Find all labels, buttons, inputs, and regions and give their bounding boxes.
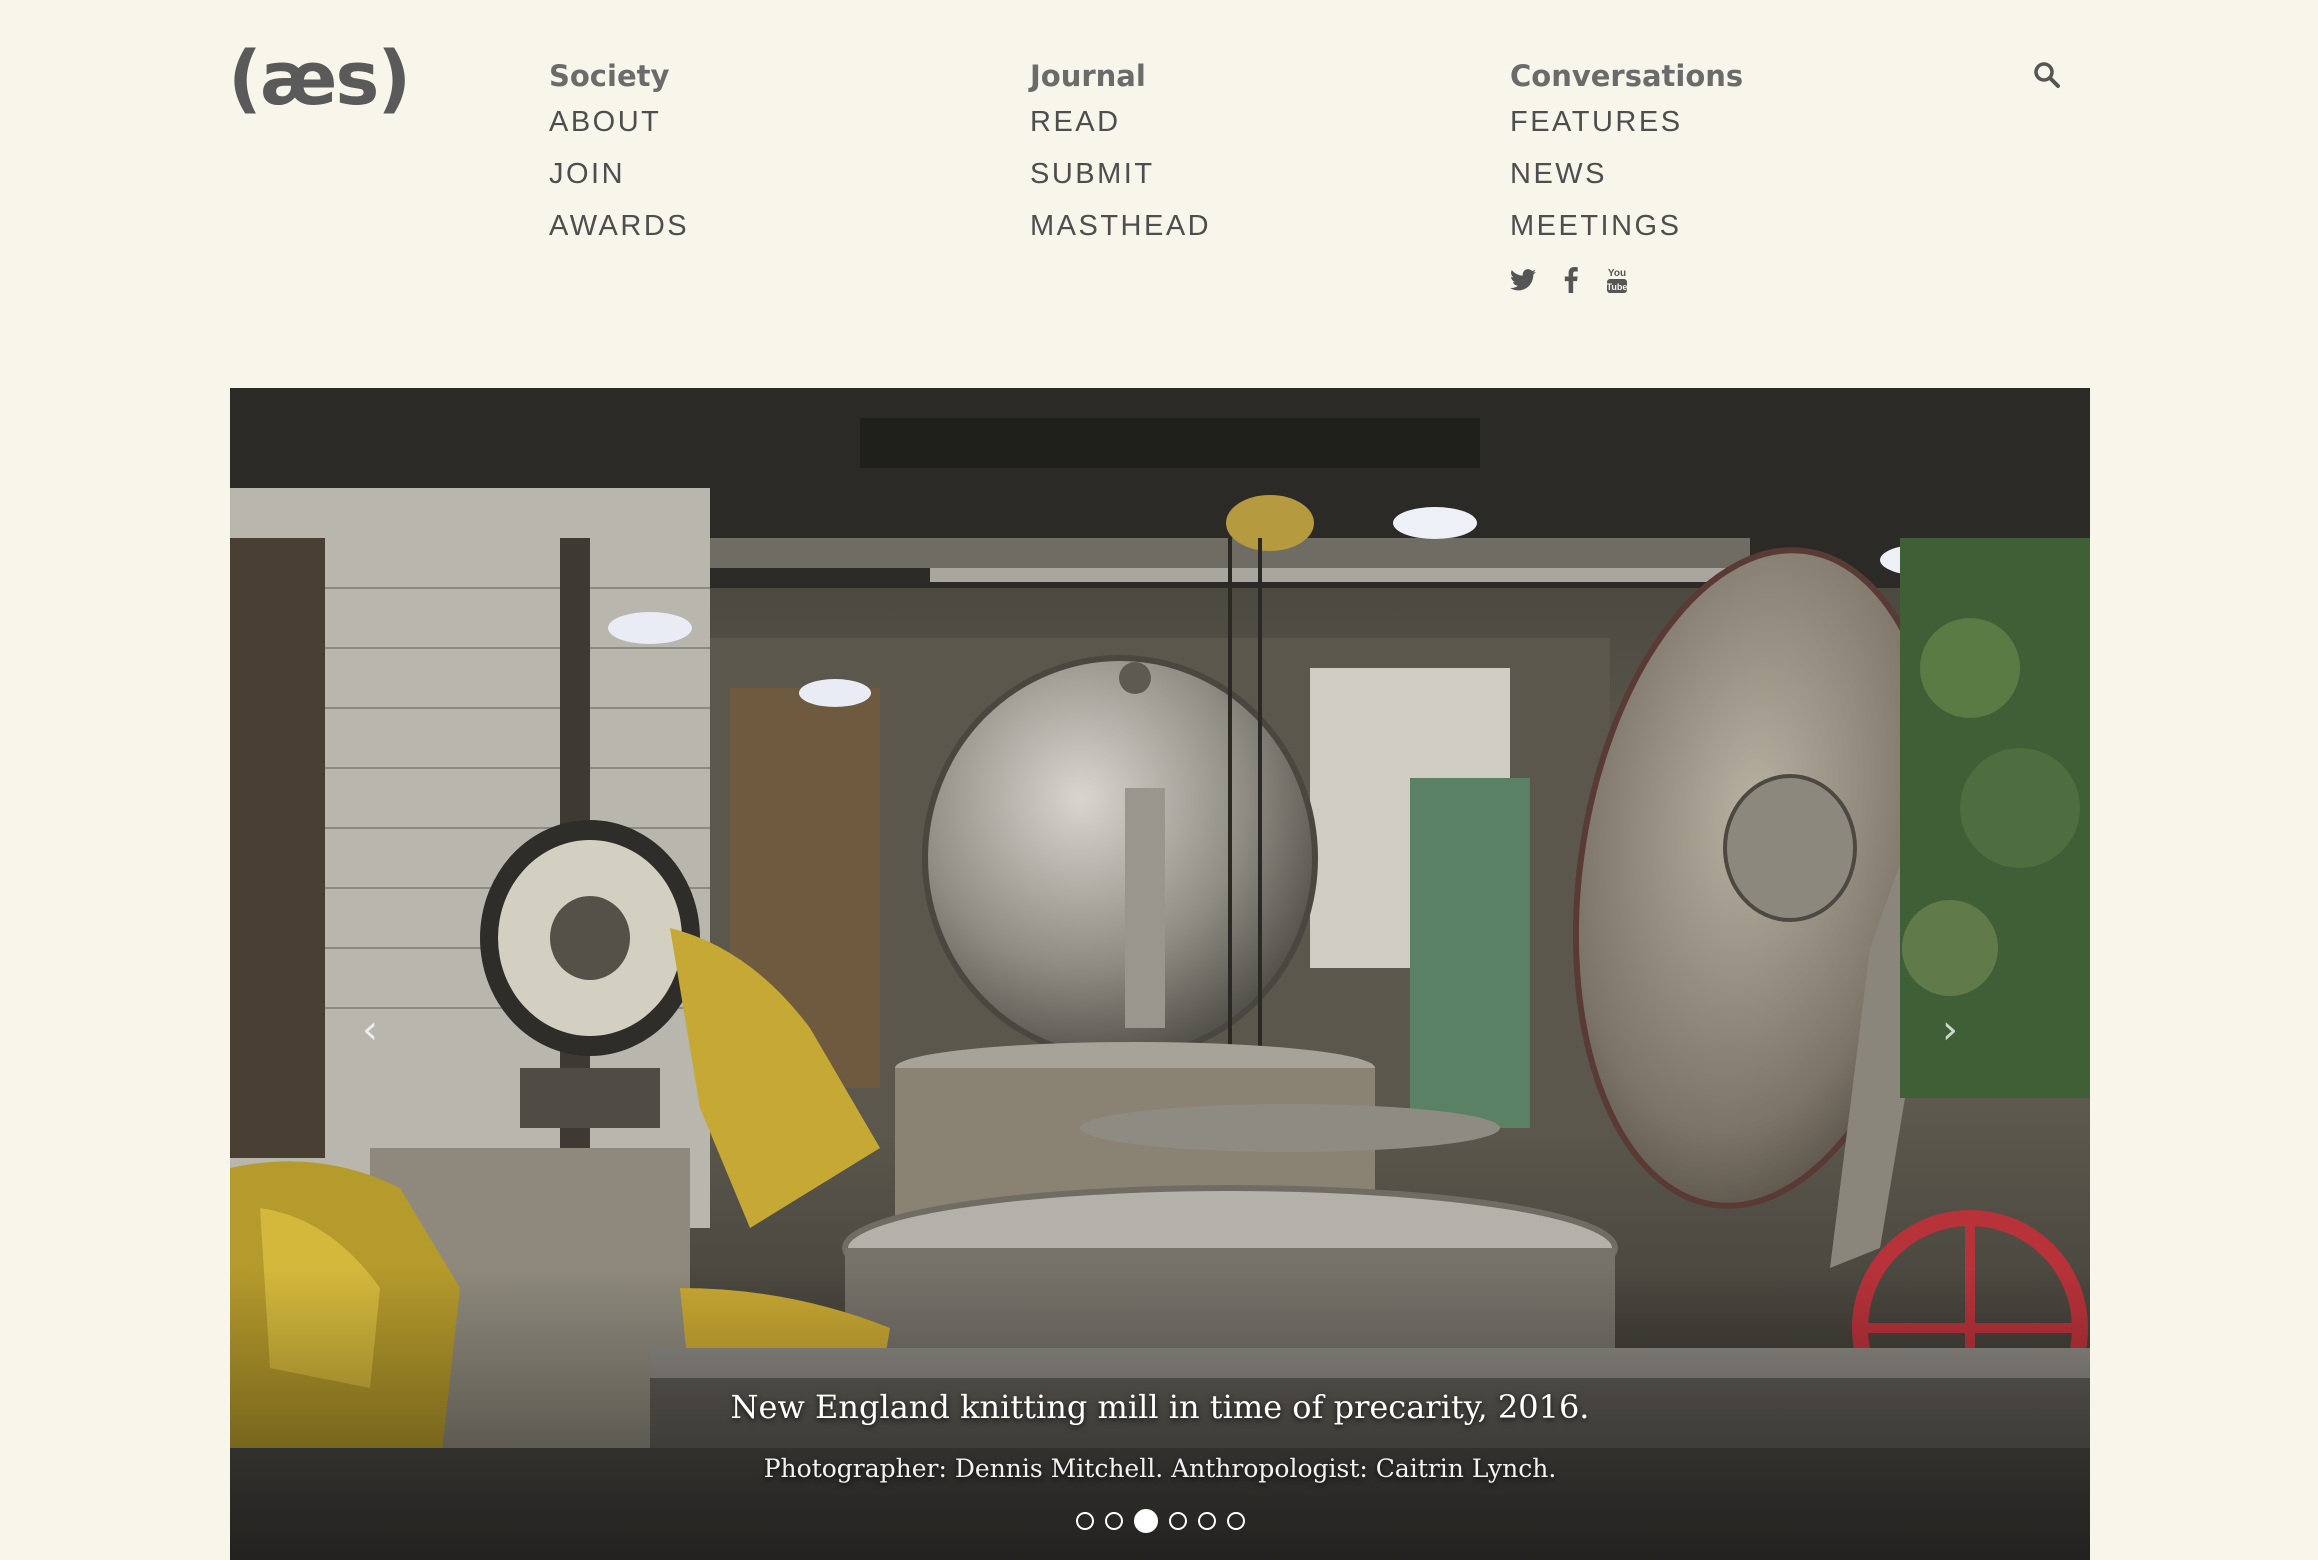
search-icon[interactable] [2032, 60, 2062, 90]
twitter-icon[interactable] [1510, 269, 1536, 296]
carousel-dot[interactable] [1197, 1512, 1216, 1530]
nav-item-read[interactable]: READ [1030, 96, 1211, 148]
svg-text:Tube: Tube [1607, 282, 1628, 292]
nav-item-meetings[interactable]: MEETINGS [1510, 200, 1743, 252]
chevron-left-icon[interactable]: ‹ [350, 1000, 390, 1060]
nav-item-about[interactable]: ABOUT [549, 96, 689, 148]
social-links: You Tube [1510, 266, 1743, 299]
slide-caption-credit: Photographer: Dennis Mitchell. Anthropol… [763, 1454, 1557, 1483]
nav-heading-journal[interactable]: Journal [1030, 56, 1211, 96]
carousel-indicators [230, 1509, 2090, 1533]
carousel-dot[interactable] [1168, 1512, 1187, 1530]
nav-heading-society[interactable]: Society [549, 56, 689, 96]
carousel-dot[interactable] [1075, 1512, 1094, 1530]
youtube-icon[interactable]: You Tube [1606, 266, 1628, 299]
carousel-dot[interactable] [1226, 1512, 1245, 1530]
nav-heading-conversations[interactable]: Conversations [1510, 56, 1743, 96]
hero-carousel[interactable]: ‹ › New England knitting mill in time of… [230, 388, 2090, 1560]
nav-item-features[interactable]: FEATURES [1510, 96, 1743, 148]
svg-text:You: You [1608, 268, 1626, 279]
chevron-right-icon[interactable]: › [1930, 1000, 1970, 1060]
carousel-dot[interactable] [1104, 1512, 1123, 1530]
nav-column-conversations: Conversations FEATURES NEWS MEETINGS You… [1510, 56, 1743, 299]
facebook-icon[interactable] [1564, 267, 1578, 298]
hero-photo [230, 388, 2090, 1560]
nav-item-masthead[interactable]: MASTHEAD [1030, 200, 1211, 252]
nav-item-awards[interactable]: AWARDS [549, 200, 689, 252]
nav-column-society: Society ABOUT JOIN AWARDS [549, 56, 689, 252]
carousel-dot-active[interactable] [1133, 1509, 1158, 1533]
nav-column-journal: Journal READ SUBMIT MASTHEAD [1030, 56, 1211, 252]
slide-caption-title: New England knitting mill in time of pre… [730, 1388, 1590, 1426]
site-logo[interactable]: (æs) [228, 42, 411, 116]
nav-item-submit[interactable]: SUBMIT [1030, 148, 1211, 200]
nav-item-join[interactable]: JOIN [549, 148, 689, 200]
nav-item-news[interactable]: NEWS [1510, 148, 1743, 200]
